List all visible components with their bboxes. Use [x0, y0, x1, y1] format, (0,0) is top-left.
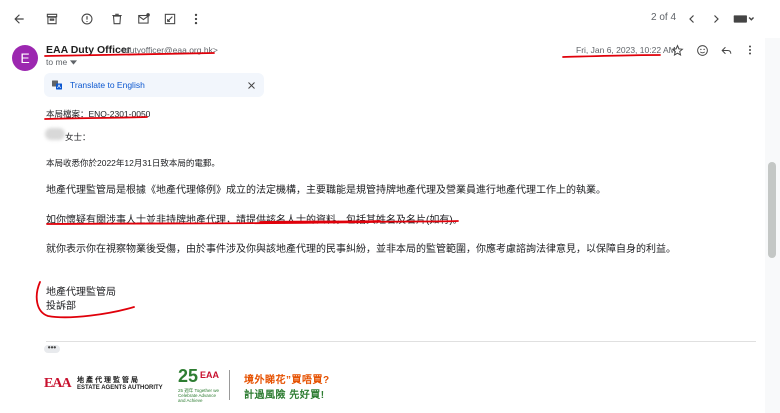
archive-icon[interactable] — [42, 9, 62, 29]
reply-icon[interactable] — [717, 41, 735, 59]
dropdown-arrow-icon — [70, 59, 78, 65]
star-icon[interactable] — [668, 41, 686, 59]
sender-name[interactable]: EAA Duty Officer — [46, 44, 131, 56]
recipient-details[interactable]: to me — [46, 57, 78, 67]
redacted-name — [45, 128, 65, 140]
anniversary-number: 25 — [178, 366, 199, 386]
back-arrow-icon[interactable] — [9, 9, 29, 29]
close-icon[interactable] — [245, 79, 257, 91]
keyboard-icon[interactable] — [731, 9, 757, 29]
toolbar: 2 of 4 — [0, 0, 780, 38]
slogan-line-2: 計過風險 先好買! — [244, 390, 325, 401]
avatar: E — [12, 45, 38, 71]
signature-dept: 投訴部 — [46, 301, 76, 312]
eaa-logo: EAA 地產代理監管局 ESTATE AGENTS AUTHORITY — [44, 374, 169, 396]
anniversary-logo: 25 EAA 25 週年 Together we Celebrate Advan… — [176, 366, 222, 403]
message-more-icon[interactable] — [741, 41, 759, 59]
snooze-icon[interactable] — [160, 9, 180, 29]
anniversary-eaa: EAA — [200, 370, 220, 380]
more-vert-icon[interactable] — [186, 9, 206, 29]
divider — [46, 341, 756, 342]
recipient-label: to me — [46, 57, 68, 67]
sender-email: <dutyofficer@eaa.org.hk> — [120, 45, 218, 55]
pager-text: 2 of 4 — [651, 12, 677, 23]
translate-bar: Translate to English — [44, 73, 264, 97]
translate-icon — [51, 79, 63, 91]
annotation-overlay — [35, 52, 661, 319]
salutation: 女士： — [65, 132, 91, 142]
mark-unread-icon[interactable] — [134, 9, 154, 29]
chevron-left-icon[interactable] — [682, 9, 702, 29]
delete-icon[interactable] — [107, 9, 127, 29]
paragraph-2: 如你懷疑有關涉事人士並非持牌地產代理，請提供該名人士的資料，包括其姓名及名片(如… — [46, 215, 463, 226]
chevron-right-icon[interactable] — [706, 9, 726, 29]
logo-separator — [229, 370, 230, 400]
report-spam-icon[interactable] — [77, 9, 97, 29]
paragraph-1: 地產代理監管局是根據《地產代理條例》成立的法定機構，主要職能是規管持牌地產代理及… — [46, 185, 606, 196]
scrollbar-thumb[interactable] — [768, 162, 776, 258]
reference-number: 本局檔案：ENQ-2301-0050 — [46, 109, 151, 119]
message-date: Fri, Jan 6, 2023, 10:22 AM — [576, 45, 676, 55]
eaa-logo-english: ESTATE AGENTS AUTHORITY — [77, 385, 163, 391]
anniversary-caption: 25 週年 Together we Celebrate Advance and … — [178, 388, 220, 403]
received-notice: 本局收悉你於2022年12月31日致本局的電郵。 — [46, 158, 220, 168]
slogan-line-1: 境外睇花”買唔買? — [244, 375, 330, 386]
signature-org: 地產代理監管局 — [46, 287, 116, 298]
show-trimmed-button[interactable]: ••• — [44, 344, 60, 353]
underline-date — [562, 54, 661, 58]
eaa-logo-mark: EAA — [44, 376, 72, 391]
translate-link[interactable]: Translate to English — [70, 80, 145, 90]
eaa-logo-chinese: 地產代理監管局 — [77, 377, 140, 384]
emoji-react-icon[interactable] — [693, 41, 711, 59]
paragraph-3: 就你表示你在視察物業後受傷，由於事件涉及你與該地產代理的民事糾紛，並非本局的監管… — [46, 244, 676, 255]
